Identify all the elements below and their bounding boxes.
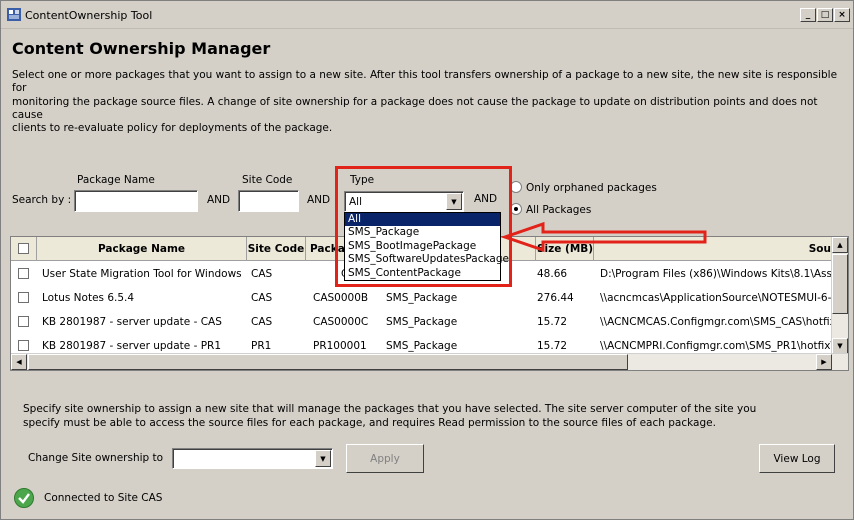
- row-checkbox[interactable]: [18, 292, 29, 303]
- ownership-instructions: Specify site ownership to assign a new s…: [23, 402, 823, 430]
- scroll-down-icon[interactable]: ▼: [832, 338, 848, 354]
- app-icon: [7, 8, 21, 21]
- site-code-label: Site Code: [242, 174, 293, 186]
- and-label: AND: [307, 194, 331, 206]
- horizontal-scrollbar[interactable]: ◀ ▶: [11, 353, 848, 370]
- size-cell: 15.72: [537, 316, 568, 328]
- table-row[interactable]: Lotus Notes 6.5.4 CAS CAS0000B SMS_Packa…: [11, 286, 831, 310]
- site-code-cell: CAS: [251, 292, 273, 304]
- connection-status: Connected to Site CAS: [44, 492, 163, 504]
- description-line: Select one or more packages that you wan…: [12, 69, 838, 95]
- instructions-line: specify must be able to access the sourc…: [23, 417, 716, 429]
- minimize-button[interactable]: _: [800, 8, 816, 22]
- scroll-up-icon[interactable]: ▲: [832, 237, 848, 253]
- scroll-left-icon[interactable]: ◀: [11, 354, 27, 370]
- chevron-down-icon[interactable]: ▼: [315, 450, 331, 467]
- site-owner-select[interactable]: ▼: [172, 448, 333, 469]
- package-name-cell: User State Migration Tool for Windows 8: [42, 268, 242, 280]
- type-cell: SMS_Package: [386, 316, 458, 328]
- checkmark-glyph: [18, 493, 30, 504]
- package-name-input[interactable]: [74, 190, 198, 212]
- and-label: AND: [207, 194, 231, 206]
- site-code-cell: CAS: [251, 316, 273, 328]
- row-checkbox[interactable]: [18, 340, 29, 351]
- instructions-line: Specify site ownership to assign a new s…: [23, 403, 757, 415]
- package-name-cell: KB 2801987 - server update - CAS: [42, 316, 222, 328]
- package-id-cell: CAS0000C: [313, 316, 369, 328]
- source-cell: D:\Program Files (x86)\Windows Kits\8.1\…: [600, 268, 831, 280]
- size-cell: 48.66: [537, 268, 568, 280]
- column-header-site-code[interactable]: Site Code: [247, 237, 306, 261]
- description-line: monitoring the package source files. A c…: [12, 95, 818, 121]
- search-by-label: Search by :: [12, 194, 72, 206]
- view-log-button[interactable]: View Log: [759, 444, 835, 473]
- arrow-annotation: [501, 221, 707, 253]
- main-window: ContentOwnership Tool _ □ × Content Owne…: [0, 0, 854, 520]
- source-cell: \\ACNCMCAS.Configmgr.com\SMS_CAS\hotfix\…: [600, 316, 831, 328]
- window-title: ContentOwnership Tool: [25, 9, 153, 22]
- description-line: clients to re-evaluate policy for deploy…: [12, 122, 333, 135]
- source-cell: \\acncmcas\ApplicationSource\NOTESMUI-6-…: [600, 292, 831, 304]
- row-checkbox[interactable]: [18, 316, 29, 327]
- row-checkbox[interactable]: [18, 268, 29, 279]
- check-icon: [14, 488, 34, 508]
- scroll-right-icon[interactable]: ▶: [816, 354, 832, 370]
- table-row[interactable]: KB 2801987 - server update - CAS CAS CAS…: [11, 310, 831, 334]
- highlight-box: [335, 166, 512, 287]
- type-cell: SMS_Package: [386, 292, 458, 304]
- package-name-cell: Lotus Notes 6.5.4: [42, 292, 135, 304]
- page-title: Content Ownership Manager: [12, 39, 271, 58]
- package-id-cell: CAS0000B: [313, 292, 369, 304]
- select-all-checkbox[interactable]: [18, 243, 29, 254]
- description: Select one or more packages that you wan…: [12, 69, 842, 135]
- apply-button[interactable]: Apply: [346, 444, 424, 473]
- radio-all-label: All Packages: [526, 204, 592, 216]
- close-button[interactable]: ×: [834, 8, 850, 22]
- column-header-package-name[interactable]: Package Name: [37, 237, 247, 261]
- size-cell: 276.44: [537, 292, 574, 304]
- package-name-label: Package Name: [77, 174, 155, 186]
- title-bar: ContentOwnership Tool _ □ ×: [1, 1, 853, 29]
- scroll-thumb[interactable]: [832, 254, 848, 314]
- radio-orphaned-label: Only orphaned packages: [526, 182, 657, 194]
- radio-selected-dot: [514, 207, 518, 211]
- maximize-button[interactable]: □: [817, 8, 833, 22]
- vertical-scrollbar[interactable]: ▲ ▼: [831, 237, 848, 354]
- site-code-input[interactable]: [238, 190, 299, 212]
- select-all-cell: [11, 237, 37, 261]
- scroll-thumb[interactable]: [28, 354, 628, 370]
- site-code-cell: CAS: [251, 268, 273, 280]
- change-owner-label: Change Site ownership to: [28, 452, 164, 464]
